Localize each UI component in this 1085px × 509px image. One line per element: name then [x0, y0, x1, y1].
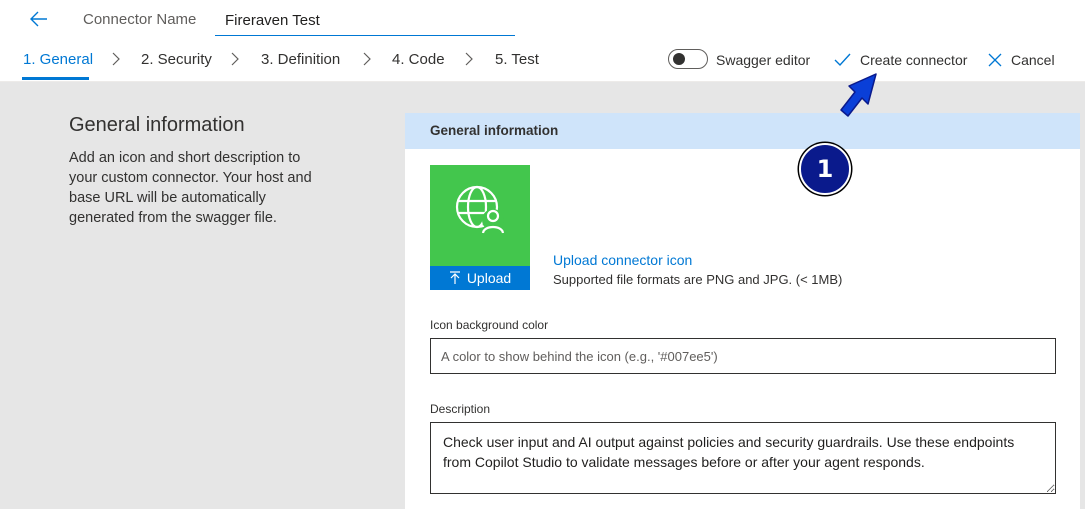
connector-icon-tile: Upload: [430, 165, 530, 290]
steps-bar: 1. General 2. Security 3. Definition 4. …: [0, 38, 1085, 82]
main-content: General information Add an icon and shor…: [0, 82, 1085, 509]
step-definition[interactable]: 3. Definition: [261, 51, 340, 68]
panel-header: General information: [405, 113, 1080, 149]
cancel-label: Cancel: [1011, 52, 1055, 68]
upload-button[interactable]: Upload: [430, 266, 530, 290]
back-arrow-icon[interactable]: [28, 8, 50, 30]
top-bar: Connector Name: [0, 0, 1085, 38]
cancel-button[interactable]: Cancel: [988, 49, 1055, 71]
upload-button-label: Upload: [466, 270, 512, 286]
step-security[interactable]: 2. Security: [141, 51, 212, 68]
icon-background-color-label: Icon background color: [430, 318, 549, 332]
section-title: General information: [69, 114, 245, 136]
chevron-right-icon: [112, 52, 120, 66]
description-label: Description: [430, 402, 491, 416]
upload-connector-icon-link[interactable]: Upload connector icon: [553, 252, 692, 268]
close-icon: [988, 53, 1002, 67]
swagger-editor-label: Swagger editor: [716, 52, 811, 68]
toggle-knob: [673, 53, 685, 65]
step-general[interactable]: 1. General: [23, 51, 93, 68]
globe-user-icon: [455, 185, 505, 234]
icon-background-color-input[interactable]: [430, 338, 1056, 374]
connector-name-label: Connector Name: [83, 11, 197, 28]
chevron-right-icon: [363, 52, 371, 66]
upload-hint: Supported file formats are PNG and JPG. …: [553, 272, 843, 287]
annotation-arrow-icon: [840, 73, 877, 117]
description-textarea[interactable]: Check user input and AI output against p…: [430, 422, 1056, 494]
step-number-badge: 1: [799, 143, 851, 195]
section-description: Add an icon and short description to you…: [69, 150, 312, 226]
connector-name-input[interactable]: [215, 6, 515, 36]
swagger-editor-toggle[interactable]: [668, 49, 708, 69]
step-code[interactable]: 4. Code: [392, 51, 445, 68]
step-test[interactable]: 5. Test: [495, 51, 539, 68]
active-step-indicator: [22, 77, 89, 80]
general-information-panel: General information Upload Upload connec…: [405, 113, 1080, 509]
chevron-right-icon: [231, 52, 239, 66]
upload-arrow-icon: [449, 271, 460, 284]
chevron-right-icon: [465, 52, 473, 66]
